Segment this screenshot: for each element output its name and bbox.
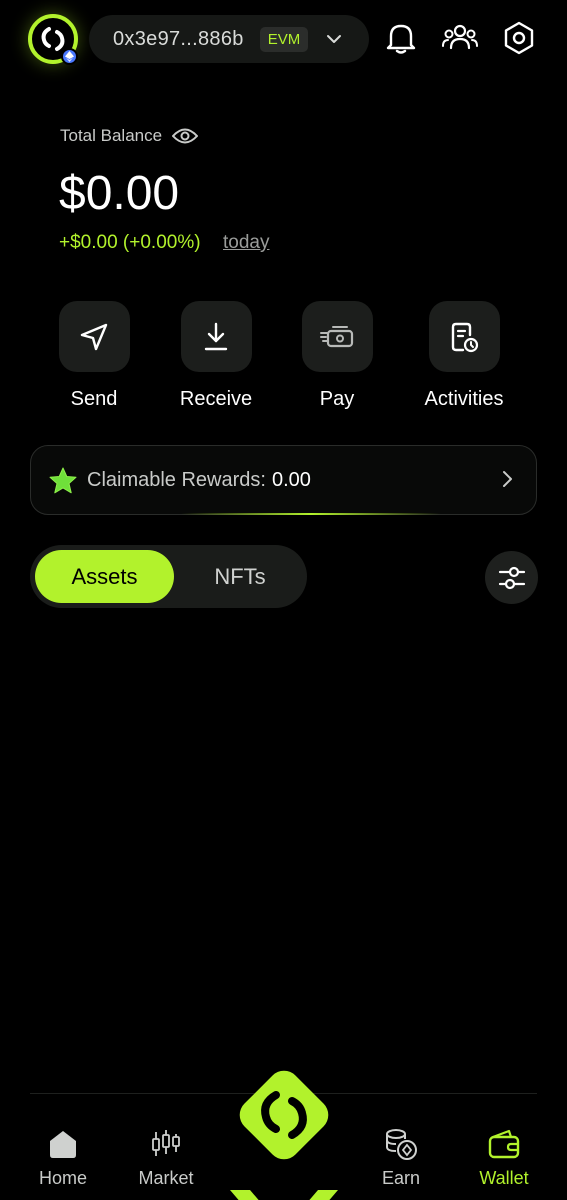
wallet-address: 0x3e97...886b (113, 27, 244, 50)
rewards-value: 0.00 (271, 468, 311, 491)
coins-icon (383, 1126, 419, 1162)
tab-assets[interactable]: Assets (35, 550, 174, 603)
gear-icon (504, 21, 534, 55)
receive-label: Receive (179, 388, 253, 410)
eye-icon[interactable] (172, 127, 199, 145)
tab-nfts[interactable]: NFTs (178, 550, 302, 603)
receive-action[interactable]: Receive (180, 301, 252, 411)
home-icon (45, 1126, 81, 1162)
send-action[interactable]: Send (58, 301, 130, 411)
notification-button[interactable] (381, 18, 421, 58)
network-tag: EVM (259, 26, 309, 52)
asset-tabs: Assets NFTs (30, 545, 307, 608)
sliders-icon (498, 566, 525, 589)
users-icon (442, 24, 478, 50)
center-action-button[interactable] (228, 1059, 340, 1171)
rewards-label: Claimable Rewards: (87, 468, 266, 491)
settings-button[interactable] (499, 18, 539, 58)
activities-icon (451, 322, 479, 352)
center-logo-partial (228, 1190, 340, 1200)
balance-label-row: Total Balance (60, 126, 199, 146)
filter-button[interactable] (485, 551, 538, 604)
download-icon (204, 322, 228, 350)
activities-label: Activities (424, 388, 504, 410)
balance-change: +$0.00 (+0.00%) (59, 232, 201, 253)
chevron-right-icon (503, 471, 512, 487)
receive-button[interactable] (180, 301, 252, 372)
pay-button[interactable] (301, 301, 373, 372)
wallet-address-selector[interactable]: 0x3e97...886b EVM (89, 15, 369, 63)
candlestick-icon (148, 1126, 184, 1162)
pay-label: Pay (319, 388, 355, 410)
nav-earn-label: Earn (381, 1168, 421, 1188)
nav-market-label: Market (138, 1168, 194, 1188)
activities-button[interactable] (428, 301, 500, 372)
nav-wallet[interactable]: Wallet (459, 1126, 549, 1189)
wallet-icon (486, 1126, 522, 1162)
chevron-down-icon (327, 35, 341, 43)
contacts-button[interactable] (440, 18, 480, 58)
nav-wallet-label: Wallet (479, 1168, 529, 1188)
balance-period-link[interactable]: today (223, 232, 269, 254)
balance-label: Total Balance (60, 126, 163, 145)
nav-home-label: Home (38, 1168, 87, 1188)
send-button[interactable] (58, 301, 130, 372)
total-balance: $0.00 (59, 167, 180, 220)
ethereum-badge-icon (61, 48, 78, 65)
activities-action[interactable]: Activities (418, 301, 510, 411)
bell-icon (386, 24, 416, 54)
claimable-rewards-banner[interactable]: Claimable Rewards: 0.00 (30, 445, 537, 515)
nav-earn[interactable]: Earn (356, 1126, 446, 1189)
send-icon (80, 323, 108, 350)
nav-home[interactable]: Home (18, 1126, 108, 1189)
logo-diamond-icon (239, 1070, 329, 1160)
nav-market[interactable]: Market (121, 1126, 211, 1189)
star-icon (49, 467, 77, 493)
pay-action[interactable]: Pay (301, 301, 373, 411)
send-label: Send (70, 388, 118, 410)
rewards-glow (181, 513, 441, 515)
pay-icon (320, 325, 354, 347)
